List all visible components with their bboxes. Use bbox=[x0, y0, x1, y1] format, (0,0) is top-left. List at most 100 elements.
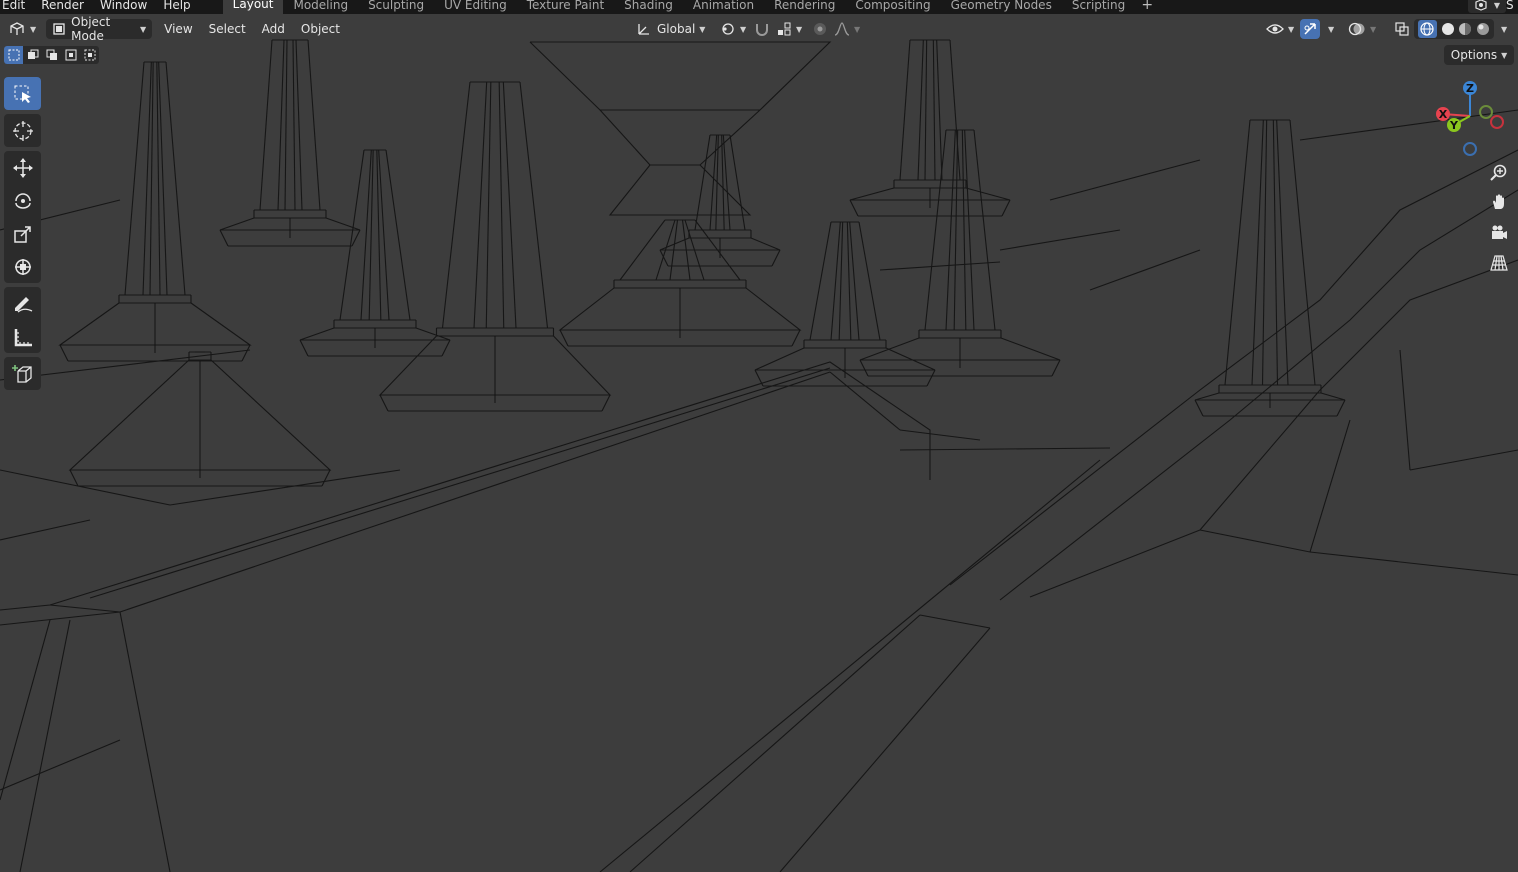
measure-tool[interactable] bbox=[4, 320, 41, 353]
chevron-down-icon: ▼ bbox=[699, 24, 706, 34]
chevron-down-icon: ▼ bbox=[854, 24, 861, 34]
object-mode-icon bbox=[52, 22, 66, 36]
snap-toggle[interactable] bbox=[750, 19, 774, 39]
select-intersect-mode[interactable] bbox=[80, 46, 99, 64]
menu-window[interactable]: Window bbox=[92, 0, 155, 11]
perspective-toggle-button[interactable] bbox=[1486, 250, 1512, 276]
visibility-selector[interactable]: ▼ bbox=[1262, 19, 1298, 39]
move-icon bbox=[12, 157, 34, 179]
tab-rendering[interactable]: Rendering bbox=[764, 0, 845, 13]
chevron-down-icon[interactable]: ▼ bbox=[1501, 25, 1507, 34]
select-new-mode[interactable] bbox=[4, 46, 23, 64]
gizmo-neg-z-axis[interactable] bbox=[1463, 142, 1477, 156]
scale-icon bbox=[12, 223, 34, 245]
chevron-down-icon: ▼ bbox=[740, 24, 747, 34]
select-subtract-mode[interactable] bbox=[42, 46, 61, 64]
workspace-tabs: Layout Modeling Sculpting UV Editing Tex… bbox=[222, 0, 1156, 14]
pivot-point-selector[interactable]: ▼ bbox=[716, 19, 750, 39]
cursor-icon bbox=[12, 120, 34, 142]
gizmo-y-label: Y bbox=[1449, 119, 1459, 132]
transform-icon bbox=[12, 256, 34, 278]
chevron-down-icon: ▼ bbox=[796, 24, 803, 34]
camera-view-button[interactable] bbox=[1486, 220, 1512, 246]
rotate-tool[interactable] bbox=[4, 184, 41, 217]
tab-shading[interactable]: Shading bbox=[614, 0, 683, 13]
select-box-icon bbox=[13, 84, 33, 104]
menu-select[interactable]: Select bbox=[203, 19, 252, 39]
menu-add[interactable]: Add bbox=[256, 19, 291, 39]
transform-orientation-selector[interactable]: Global ▼ bbox=[632, 19, 709, 39]
mode-label: Object Mode bbox=[71, 15, 111, 43]
scene-name: S bbox=[1506, 0, 1514, 12]
navigation-gizmo[interactable]: Z X Y bbox=[1430, 76, 1510, 156]
scene-icon bbox=[1474, 0, 1488, 11]
menu-object[interactable]: Object bbox=[295, 19, 346, 39]
chevron-down-icon: ▼ bbox=[30, 24, 37, 34]
move-tool[interactable] bbox=[4, 151, 41, 184]
solid-shading-icon[interactable] bbox=[1441, 22, 1455, 36]
gizmo-neg-y-axis[interactable] bbox=[1479, 105, 1493, 119]
snap-target-selector[interactable]: ▼ bbox=[772, 19, 806, 39]
viewport-wireframe[interactable] bbox=[0, 0, 1518, 872]
options-dropdown[interactable]: Options ▼ bbox=[1444, 45, 1514, 65]
annotate-tool[interactable] bbox=[4, 287, 41, 320]
editor-type-button[interactable]: ▼ bbox=[4, 19, 40, 39]
cursor-tool[interactable] bbox=[4, 114, 41, 147]
rendered-shading-icon[interactable] bbox=[1476, 22, 1490, 36]
annotate-icon bbox=[12, 293, 34, 315]
gizmo-x-label: X bbox=[1439, 108, 1448, 121]
add-cube-icon bbox=[11, 363, 34, 385]
tab-uv-editing[interactable]: UV Editing bbox=[434, 0, 517, 13]
menu-help[interactable]: Help bbox=[155, 0, 198, 11]
scene-selector[interactable]: ▼ bbox=[1468, 0, 1506, 13]
top-menu-bar: Edit Render Window Help Layout Modeling … bbox=[0, 0, 1518, 14]
chevron-down-icon: ▼ bbox=[1493, 0, 1501, 10]
orientation-icon bbox=[636, 21, 652, 37]
tab-geometry-nodes[interactable]: Geometry Nodes bbox=[941, 0, 1062, 13]
tab-compositing[interactable]: Compositing bbox=[845, 0, 940, 13]
gizmo-toggle[interactable] bbox=[1300, 19, 1320, 39]
proportional-editing-toggle[interactable] bbox=[808, 19, 832, 39]
wireframe-shading-icon[interactable] bbox=[1417, 20, 1437, 38]
zoom-icon bbox=[1490, 163, 1508, 181]
chevron-down-icon: ▼ bbox=[140, 24, 147, 34]
snap-increment-icon bbox=[776, 21, 792, 37]
gizmo-neg-x-axis[interactable] bbox=[1490, 115, 1504, 129]
tab-scripting[interactable]: Scripting bbox=[1062, 0, 1135, 13]
magnet-icon bbox=[754, 21, 770, 37]
shading-mode-group bbox=[1414, 19, 1494, 39]
menu-edit[interactable]: Edit bbox=[0, 0, 33, 11]
select-invert-mode[interactable] bbox=[61, 46, 80, 64]
add-cube-tool[interactable] bbox=[4, 357, 41, 390]
menu-render[interactable]: Render bbox=[33, 0, 92, 11]
pan-button[interactable] bbox=[1486, 189, 1512, 215]
options-label: Options bbox=[1450, 48, 1498, 62]
transform-tool[interactable] bbox=[4, 250, 41, 283]
eye-icon bbox=[1266, 22, 1284, 36]
tab-layout[interactable]: Layout bbox=[222, 0, 284, 14]
main-menu: Edit Render Window Help bbox=[0, 0, 199, 14]
chevron-down-icon: ▼ bbox=[1501, 50, 1508, 60]
tool-shelf bbox=[4, 77, 41, 394]
grid-view-icon bbox=[1490, 254, 1508, 272]
add-workspace-button[interactable]: + bbox=[1139, 0, 1155, 13]
chevron-down-icon: ▼ bbox=[1288, 24, 1295, 34]
menu-view[interactable]: View bbox=[158, 19, 198, 39]
tab-modeling[interactable]: Modeling bbox=[283, 0, 358, 13]
mode-selector[interactable]: Object Mode ▼ bbox=[46, 15, 153, 43]
falloff-curve-icon bbox=[834, 21, 850, 37]
scale-tool[interactable] bbox=[4, 217, 41, 250]
tab-texture-paint[interactable]: Texture Paint bbox=[517, 0, 614, 13]
overlays-toggle[interactable]: ▼ bbox=[1344, 19, 1380, 39]
select-box-tool[interactable] bbox=[4, 77, 41, 110]
chevron-down-icon[interactable]: ▼ bbox=[1328, 25, 1334, 34]
zoom-button[interactable] bbox=[1486, 159, 1512, 185]
selection-mode-group bbox=[4, 46, 99, 64]
select-extend-mode[interactable] bbox=[23, 46, 42, 64]
tab-sculpting[interactable]: Sculpting bbox=[358, 0, 434, 13]
camera-icon bbox=[1490, 224, 1508, 242]
tab-animation[interactable]: Animation bbox=[683, 0, 764, 13]
falloff-selector[interactable]: ▼ bbox=[830, 19, 864, 39]
xray-toggle[interactable] bbox=[1390, 19, 1414, 39]
material-shading-icon[interactable] bbox=[1458, 22, 1472, 36]
